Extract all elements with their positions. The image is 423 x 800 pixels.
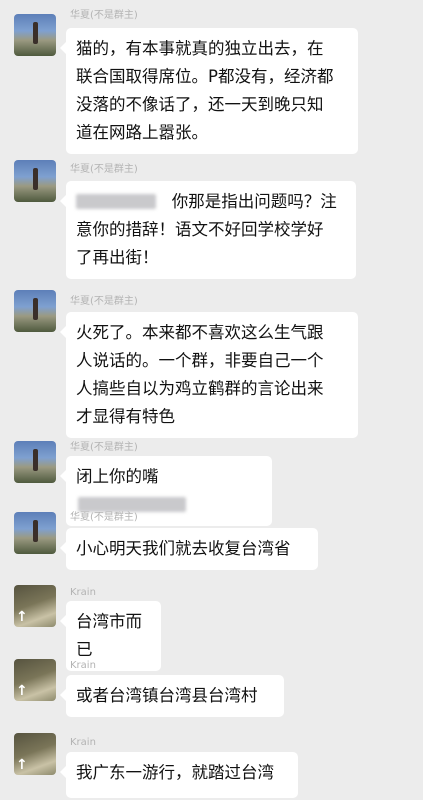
message-text-line: 我广东一游行，就踏过台湾 <box>76 763 274 782</box>
message-text-line: 台湾市而已 <box>76 612 142 659</box>
sender-name: 华夏(不是群主) <box>70 10 138 21</box>
sender-name: Krain <box>70 737 96 748</box>
message-bubble[interactable]: 或者台湾镇台湾县台湾村 <box>60 675 284 717</box>
sender-name: 华夏(不是群主) <box>70 296 138 307</box>
message-bubble[interactable]: 你那是指出问题吗？注 意你的措辞！语文不好回学校学好 了再出街！ <box>60 181 356 279</box>
message-text-line: 道在网路上嚣张。 <box>76 123 208 142</box>
sender-name: 华夏(不是群主) <box>70 164 138 175</box>
message-text-line: 才显得有特色 <box>76 407 175 426</box>
message-text-line: 闭上你的嘴 <box>76 467 159 486</box>
message-text-line: 或者台湾镇台湾县台湾村 <box>76 686 258 705</box>
avatar[interactable]: ↑ <box>14 585 56 627</box>
avatar[interactable] <box>14 290 56 332</box>
message-text-line: 了再出街！ <box>76 248 159 267</box>
avatar[interactable] <box>14 512 56 554</box>
message-text-line: 火死了。本来都不喜欢这么生气跟 <box>76 323 324 342</box>
message-bubble[interactable]: 火死了。本来都不喜欢这么生气跟 人说话的。一个群，非要自己一个 人搞些自以为鸡立… <box>60 312 358 438</box>
message-text-line: 意你的措辞！语文不好回学校学好 <box>76 220 324 239</box>
message-text-line: 人搞些自以为鸡立鹤群的言论出来 <box>76 379 324 398</box>
message-text-line: 联合国取得席位。P都没有，经济都 <box>76 67 334 86</box>
avatar[interactable] <box>14 160 56 202</box>
message-text-line: 没落的不像话了，还一天到晚只知 <box>76 95 324 114</box>
sender-name: 华夏(不是群主) <box>70 442 138 453</box>
arrow-up-icon: ↑ <box>16 609 28 625</box>
redacted-mention <box>76 194 156 209</box>
message-text-line: 小心明天我们就去收复台湾省 <box>76 539 291 558</box>
avatar[interactable]: ↑ <box>14 659 56 701</box>
arrow-up-icon: ↑ <box>16 683 28 699</box>
message-bubble[interactable]: 小心明天我们就去收复台湾省 <box>60 528 318 570</box>
message-bubble[interactable]: 猫的，有本事就真的独立出去，在 联合国取得席位。P都没有，经济都 没落的不像话了… <box>60 28 358 154</box>
message-bubble[interactable]: 我广东一游行，就踏过台湾 <box>60 752 298 798</box>
message-text-line: 人说话的。一个群，非要自己一个 <box>76 351 324 370</box>
avatar[interactable] <box>14 14 56 56</box>
sender-name: Krain <box>70 587 96 598</box>
sender-name: Krain <box>70 660 96 671</box>
message-text-line: 猫的，有本事就真的独立出去，在 <box>76 39 324 58</box>
sender-name: 华夏(不是群主) <box>70 512 138 523</box>
message-line-with-mention: 你那是指出问题吗？注 <box>76 188 346 216</box>
arrow-up-icon: ↑ <box>16 757 28 773</box>
avatar[interactable] <box>14 441 56 483</box>
avatar[interactable]: ↑ <box>14 733 56 775</box>
message-text-line: 你那是指出问题吗？注 <box>171 192 337 211</box>
